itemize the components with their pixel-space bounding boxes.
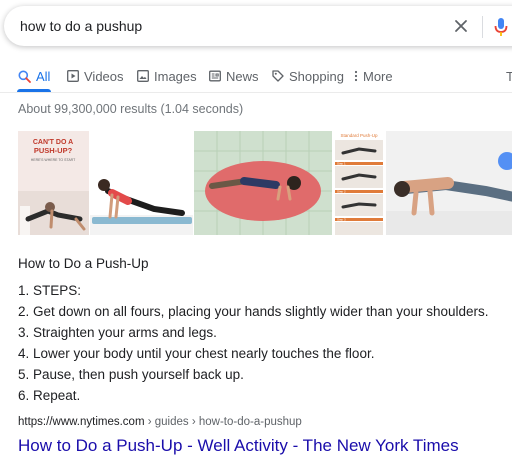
list-item: 1. STEPS: (18, 283, 82, 298)
video-icon (67, 70, 79, 82)
tab-videos[interactable]: Videos (67, 64, 124, 88)
more-vertical-icon (354, 70, 358, 82)
result-stats: About 99,300,000 results (1.04 seconds) (18, 102, 244, 116)
tab-shopping[interactable]: Shopping (272, 64, 344, 88)
list-item: 4. Lower your body until your chest near… (18, 346, 375, 361)
microphone-icon (494, 18, 508, 36)
list-item: 6. Repeat. (18, 388, 81, 403)
thumb-text-line1: CAN'T DO A (33, 139, 73, 146)
search-bar (4, 6, 512, 46)
step-label: Step 1 (337, 162, 346, 166)
tab-all[interactable]: All (18, 64, 50, 88)
steps-title: Standard Push-Up (340, 133, 378, 138)
snippet-title: How to Do a Push-Up (18, 256, 149, 271)
list-item: 3. Straighten your arms and legs. (18, 325, 217, 340)
tab-label: T (506, 68, 512, 84)
list-item: 5. Pause, then push yourself back up. (18, 367, 244, 382)
tab-news[interactable]: News (209, 64, 259, 88)
pushup-graphic-image: CAN'T DO A PUSH-UP? HERE'S WHERE TO STAR… (18, 131, 89, 235)
result-breadcrumb: › guides › how-to-do-a-pushup (144, 416, 302, 428)
man-pushup-image (386, 131, 512, 235)
tag-icon (272, 70, 284, 82)
search-tabs: All Videos Images News Shopping More T (0, 64, 512, 88)
tab-more[interactable]: More (354, 64, 393, 88)
illustrated-pushup-image (194, 131, 332, 235)
news-icon (209, 70, 221, 82)
step-label: Step 3 (337, 218, 346, 222)
tab-label: News (226, 68, 259, 84)
image-icon (137, 70, 149, 82)
tab-label: Videos (84, 68, 124, 84)
search-icon (18, 70, 31, 83)
close-icon (455, 20, 467, 32)
pushup-steps-image: Standard Push-Up Step 1 Step 2 Step 3 (333, 131, 385, 235)
image-thumbnail[interactable]: CAN'T DO A PUSH-UP? HERE'S WHERE TO STAR… (18, 131, 89, 235)
clear-search-button[interactable] (453, 18, 469, 34)
list-item: 2. Get down on all fours, placing your h… (18, 304, 489, 319)
tab-label: More (363, 68, 393, 84)
snippet-steps-list: 1. STEPS: 2. Get down on all fours, plac… (18, 280, 489, 406)
image-thumbnail[interactable] (194, 131, 332, 235)
thumb-text-line2: PUSH-UP? (34, 146, 73, 155)
image-thumbnail[interactable] (90, 131, 193, 235)
tab-label: All (36, 68, 51, 84)
result-url[interactable]: https://www.nytimes.com › guides › how-t… (18, 416, 302, 428)
tabs-divider (0, 92, 512, 93)
image-thumbnail[interactable]: Standard Push-Up Step 1 Step 2 Step 3 (333, 131, 385, 235)
search-divider (482, 16, 483, 38)
image-thumbnail[interactable] (386, 131, 512, 235)
result-title-link[interactable]: How to Do a Push-Up - Well Activity - Th… (18, 436, 459, 456)
voice-search-button[interactable] (493, 16, 509, 38)
result-domain: https://www.nytimes.com (18, 416, 145, 428)
woman-pushup-image (90, 131, 193, 235)
search-input[interactable] (20, 16, 400, 36)
tab-label: Images (154, 68, 197, 84)
thumb-text-line3: HERE'S WHERE TO START (31, 158, 76, 162)
tab-label: Shopping (289, 68, 344, 84)
tab-images[interactable]: Images (137, 64, 197, 88)
step-label: Step 2 (337, 190, 346, 194)
tab-tools[interactable]: T (506, 64, 512, 88)
image-carousel: CAN'T DO A PUSH-UP? HERE'S WHERE TO STAR… (18, 131, 512, 235)
